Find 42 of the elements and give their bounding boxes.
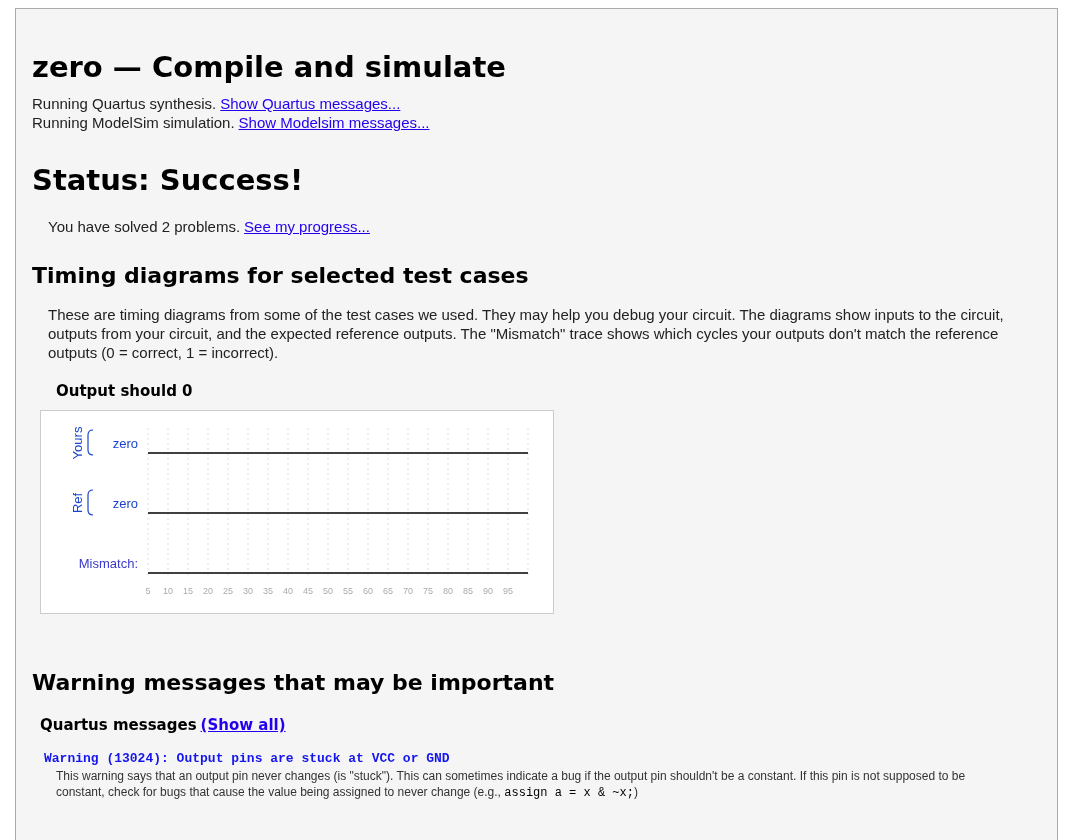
- group-label: Yours: [70, 426, 85, 460]
- warning-title: Warning (13024): Output pins are stuck at VCC or GND: [44, 749, 451, 768]
- tick-label: 75: [423, 586, 433, 596]
- status-text: Running ModelSim simulation.: [32, 113, 235, 132]
- section-heading: Warning messages that may be important: [32, 672, 556, 694]
- tick-label: 40: [283, 586, 293, 596]
- tick-label: 90: [483, 586, 493, 596]
- description-text: These are timing diagrams from some of the test cases we used. They may help you debug your circuit. The diagrams show inputs to the circuit, outputs from your circuit, and the expected reference outputs. The "Mismatch" trace shows which cycles your outputs don't match the reference outputs (0 = correct, 1 = incorrect).: [48, 304, 1005, 362]
- tick-label: 20: [203, 586, 213, 596]
- status-heading: Status: Success!: [32, 166, 305, 195]
- tick-label: 30: [243, 586, 253, 596]
- messages-link[interactable]: Show Modelsim messages...: [238, 113, 430, 132]
- solved-text: You have solved 2 problems.: [48, 217, 241, 237]
- tick-label: 15: [183, 586, 193, 596]
- progress-link[interactable]: See my progress...: [244, 216, 370, 239]
- tick-label: 80: [443, 586, 453, 596]
- tick-label: 50: [323, 586, 333, 596]
- tick-label: 10: [163, 586, 173, 596]
- tick-label: 5: [145, 586, 151, 596]
- tick-label: 25: [223, 586, 233, 596]
- tick-label: 60: [363, 586, 373, 596]
- messages-link[interactable]: Show Quartus messages...: [220, 94, 401, 113]
- tick-label: 35: [263, 586, 273, 596]
- show-all-link[interactable]: (Show all): [200, 714, 286, 737]
- tick-label: 65: [383, 586, 393, 596]
- page-title: zero — Compile and simulate: [32, 53, 507, 82]
- group-label: Ref: [70, 492, 85, 514]
- bracket-icon: [87, 489, 94, 516]
- tick-label: 95: [503, 586, 513, 596]
- section-heading: Timing diagrams for selected test cases: [32, 264, 530, 287]
- messages-heading: Quartus messages: [40, 715, 197, 736]
- tick-label: 85: [463, 586, 473, 596]
- status-text: Running Quartus synthesis.: [32, 94, 217, 113]
- warning-description: This warning says that an output pin never changes (is "stuck"). This can sometimes indicate a bug if the output pin shouldn't be a constant. If this pin is not supposed to be constant, check for bugs that cause the value being assigned to never change (e.g., assign a = x & ~x;): [56, 768, 967, 801]
- mismatch-label: Mismatch:: [78, 556, 138, 571]
- tick-label: 45: [303, 586, 313, 596]
- bracket-icon: [87, 429, 94, 456]
- tick-label: 70: [403, 586, 413, 596]
- case-title: Output should 0: [56, 380, 194, 402]
- signal-name: zero: [112, 436, 138, 451]
- signal-name: zero: [112, 496, 138, 511]
- tick-label: 55: [343, 586, 353, 596]
